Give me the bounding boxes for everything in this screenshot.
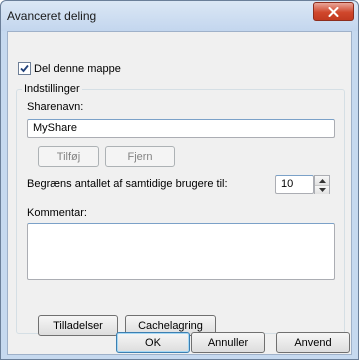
dialog-window: Avanceret deling Del denne mappe Indstil… [0, 0, 359, 360]
share-folder-checkbox-row[interactable]: Del denne mappe [18, 62, 121, 75]
checkmark-icon [20, 64, 29, 73]
share-name-input[interactable]: MyShare [27, 119, 335, 138]
permissions-button[interactable]: Tilladelser [38, 315, 118, 336]
arrow-down-icon [318, 188, 326, 192]
apply-button[interactable]: Anvend [276, 332, 350, 353]
spin-down-button[interactable] [315, 185, 329, 194]
user-limit-input[interactable]: 10 [275, 175, 314, 194]
arrow-up-icon [318, 178, 326, 183]
add-button[interactable]: Tilføj [38, 146, 99, 167]
user-limit-spinner[interactable] [314, 175, 330, 194]
cancel-button[interactable]: Annuller [191, 332, 265, 353]
settings-group: Indstillinger Sharenavn: MyShare Tilføj … [16, 83, 345, 336]
dialog-content: Del denne mappe Indstillinger Sharenavn:… [7, 31, 352, 355]
comment-label: Kommentar: [27, 207, 87, 219]
share-name-label: Sharenavn: [27, 101, 84, 113]
ok-button[interactable]: OK [116, 332, 190, 353]
share-folder-label: Del denne mappe [34, 62, 121, 75]
remove-button[interactable]: Fjern [105, 146, 175, 167]
comment-textarea[interactable] [27, 223, 335, 280]
title-bar[interactable]: Avanceret deling [1, 1, 358, 31]
settings-group-legend: Indstillinger [22, 83, 82, 95]
window-title: Avanceret deling [7, 9, 97, 23]
spin-up-button[interactable] [315, 176, 329, 185]
close-button[interactable] [313, 2, 354, 21]
share-folder-checkbox[interactable] [18, 62, 31, 75]
close-icon [328, 6, 339, 17]
user-limit-label: Begræns antallet af samtidige brugere ti… [27, 178, 228, 190]
